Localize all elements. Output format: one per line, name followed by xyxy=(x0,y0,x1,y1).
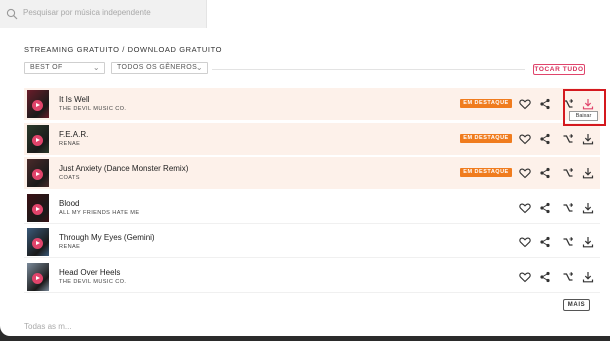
track-title[interactable]: It Is Well xyxy=(59,95,90,104)
remix-button[interactable] xyxy=(561,201,575,215)
album-art[interactable] xyxy=(27,159,49,187)
album-art[interactable] xyxy=(27,228,49,256)
heart-icon xyxy=(518,97,532,111)
section-title: STREAMING GRATUITO / DOWNLOAD GRATUITO xyxy=(24,45,223,54)
remix-button[interactable] xyxy=(561,166,575,180)
search-icon xyxy=(6,7,18,25)
download-button[interactable] xyxy=(581,270,595,284)
share-icon xyxy=(538,235,552,249)
like-button[interactable] xyxy=(518,166,532,180)
play-icon[interactable] xyxy=(32,134,43,146)
track-row[interactable]: Blood ALL MY FRIENDS HATE ME xyxy=(24,191,600,224)
remix-icon xyxy=(561,270,575,284)
track-row[interactable]: Just Anxiety (Dance Monster Remix) COATS E… xyxy=(24,157,600,189)
remix-icon xyxy=(561,201,575,215)
share-icon xyxy=(538,166,552,180)
album-art[interactable] xyxy=(27,124,49,153)
share-button[interactable] xyxy=(538,97,552,111)
download-button[interactable] xyxy=(581,235,595,249)
share-icon xyxy=(538,201,552,215)
sort-select[interactable]: BEST OF ⌄ xyxy=(24,62,105,74)
track-artist[interactable]: THE DEVIL MUSIC CO. xyxy=(59,279,126,285)
track-title[interactable]: F.E.A.R. xyxy=(59,130,88,139)
track-title[interactable]: Blood xyxy=(59,199,79,208)
track-title[interactable]: Through My Eyes (Gemini) xyxy=(59,233,155,242)
chevron-down-icon: ⌄ xyxy=(92,63,100,72)
play-all-button[interactable]: TOCAR TUDO xyxy=(533,64,585,75)
sort-select-value: BEST OF xyxy=(30,64,63,71)
share-button[interactable] xyxy=(538,166,552,180)
track-artist[interactable]: THE DEVIL MUSIC CO. xyxy=(59,106,126,112)
album-art[interactable] xyxy=(27,262,49,291)
track-artist[interactable]: RENAE xyxy=(59,244,80,250)
share-button[interactable] xyxy=(538,201,552,215)
search-input[interactable]: Pesquisar por música independente xyxy=(23,8,151,17)
remix-button[interactable] xyxy=(561,235,575,249)
like-button[interactable] xyxy=(518,97,532,111)
heart-icon xyxy=(518,270,532,284)
like-button[interactable] xyxy=(518,132,532,146)
like-button[interactable] xyxy=(518,270,532,284)
track-title[interactable]: Head Over Heels xyxy=(59,268,120,277)
track-artist[interactable]: RENAE xyxy=(59,141,80,147)
share-button[interactable] xyxy=(538,270,552,284)
download-button[interactable] xyxy=(581,166,595,180)
next-section-title: Todas as m... xyxy=(24,322,72,331)
play-icon[interactable] xyxy=(32,203,43,215)
download-tooltip: Baixar xyxy=(569,111,598,121)
remix-icon xyxy=(561,235,575,249)
heart-icon xyxy=(518,132,532,146)
share-button[interactable] xyxy=(538,132,552,146)
play-icon[interactable] xyxy=(32,100,43,111)
heart-icon xyxy=(518,201,532,215)
like-button[interactable] xyxy=(518,235,532,249)
top-bar: Pesquisar por música independente xyxy=(0,0,610,30)
remix-icon xyxy=(561,132,575,146)
more-button[interactable]: MAIS xyxy=(563,299,590,311)
remix-icon xyxy=(561,166,575,180)
heart-icon xyxy=(518,166,532,180)
filter-divider xyxy=(212,69,525,70)
download-icon xyxy=(581,132,595,146)
track-artist[interactable]: COATS xyxy=(59,175,80,181)
chevron-down-icon: ⌄ xyxy=(195,63,203,72)
track-row[interactable]: Through My Eyes (Gemini) RENAE xyxy=(24,226,600,258)
track-row[interactable]: F.E.A.R. RENAE EM DESTAQUE xyxy=(24,122,600,155)
remix-button[interactable] xyxy=(561,270,575,284)
play-icon[interactable] xyxy=(32,238,43,249)
genre-select[interactable]: TODOS OS GÊNEROS ⌄ xyxy=(111,62,208,74)
track-row[interactable]: Head Over Heels THE DEVIL MUSIC CO. xyxy=(24,260,600,293)
featured-badge: EM DESTAQUE xyxy=(460,168,512,177)
share-icon xyxy=(538,97,552,111)
play-icon[interactable] xyxy=(32,272,43,284)
album-art[interactable] xyxy=(27,193,49,222)
track-title[interactable]: Just Anxiety (Dance Monster Remix) xyxy=(59,164,188,173)
like-button[interactable] xyxy=(518,201,532,215)
featured-badge: EM DESTAQUE xyxy=(460,99,512,108)
remix-button[interactable] xyxy=(561,132,575,146)
share-icon xyxy=(538,132,552,146)
featured-badge: EM DESTAQUE xyxy=(460,133,512,143)
heart-icon xyxy=(518,235,532,249)
download-icon xyxy=(581,235,595,249)
share-button[interactable] xyxy=(538,235,552,249)
download-button[interactable] xyxy=(581,132,595,146)
track-row[interactable]: It Is Well THE DEVIL MUSIC CO. EM DESTAQUE xyxy=(24,88,600,120)
play-icon[interactable] xyxy=(32,169,43,180)
track-artist[interactable]: ALL MY FRIENDS HATE ME xyxy=(59,210,140,216)
search-bar[interactable]: Pesquisar por música independente xyxy=(0,0,207,28)
genre-select-value: TODOS OS GÊNEROS xyxy=(117,64,198,71)
download-icon xyxy=(581,166,595,180)
download-icon xyxy=(581,201,595,215)
download-icon xyxy=(581,270,595,284)
share-icon xyxy=(538,270,552,284)
download-button[interactable] xyxy=(581,201,595,215)
album-art[interactable] xyxy=(27,90,49,118)
app-window: Pesquisar por música independente STREAM… xyxy=(0,0,610,336)
